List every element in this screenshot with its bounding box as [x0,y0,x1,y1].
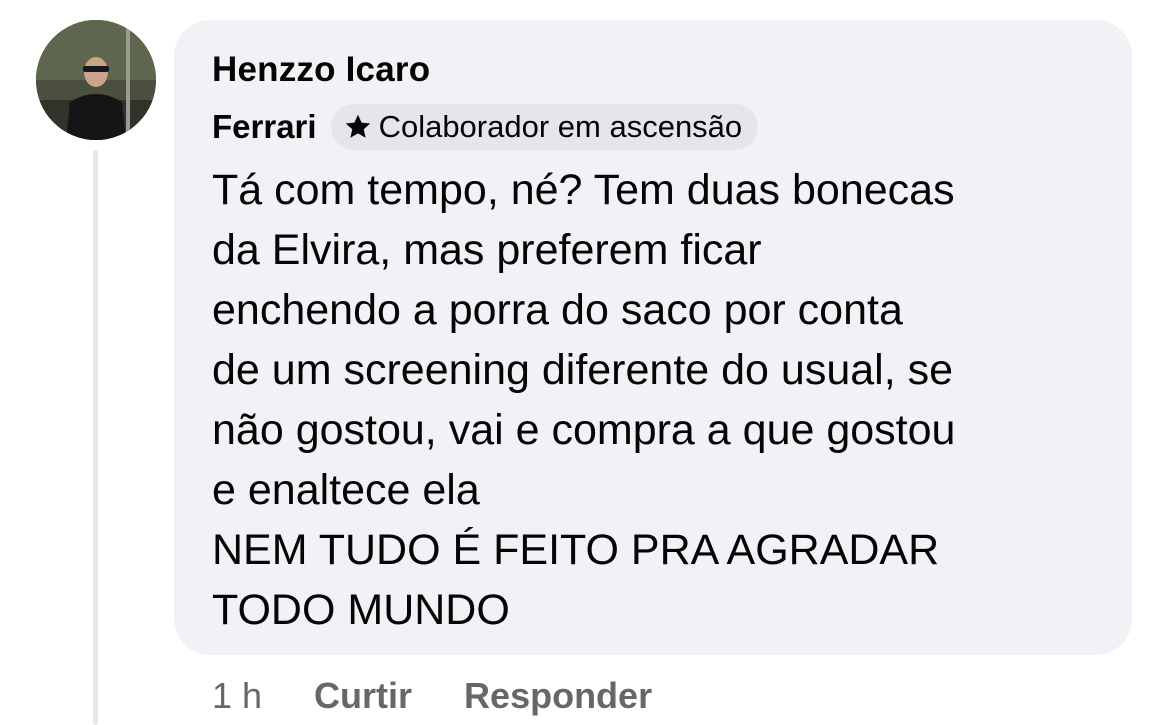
badge-label: Colaborador em ascensão [378,109,743,144]
comment-timestamp[interactable]: 1 h [212,675,262,717]
thread-line [93,150,98,725]
like-button[interactable]: Curtir [314,675,412,717]
avatar-photo [36,20,156,140]
contributor-badge[interactable]: Colaborador em ascensão [330,104,759,150]
reply-button[interactable]: Responder [464,675,652,717]
comment-author[interactable]: Henzzo Icaro [212,50,430,90]
star-badge-icon [345,114,370,138]
comment-text: Tá com tempo, né? Tem duas bonecas da El… [212,166,956,634]
group-name[interactable]: Ferrari [212,108,317,146]
comment-bubble: Henzzo Icaro Ferrari Colaborador em asce… [174,20,1132,655]
group-meta: Ferrari Colaborador em ascensão [212,104,759,150]
avatar[interactable] [36,20,156,140]
comment-actions: 1 h Curtir Responder [212,675,704,717]
